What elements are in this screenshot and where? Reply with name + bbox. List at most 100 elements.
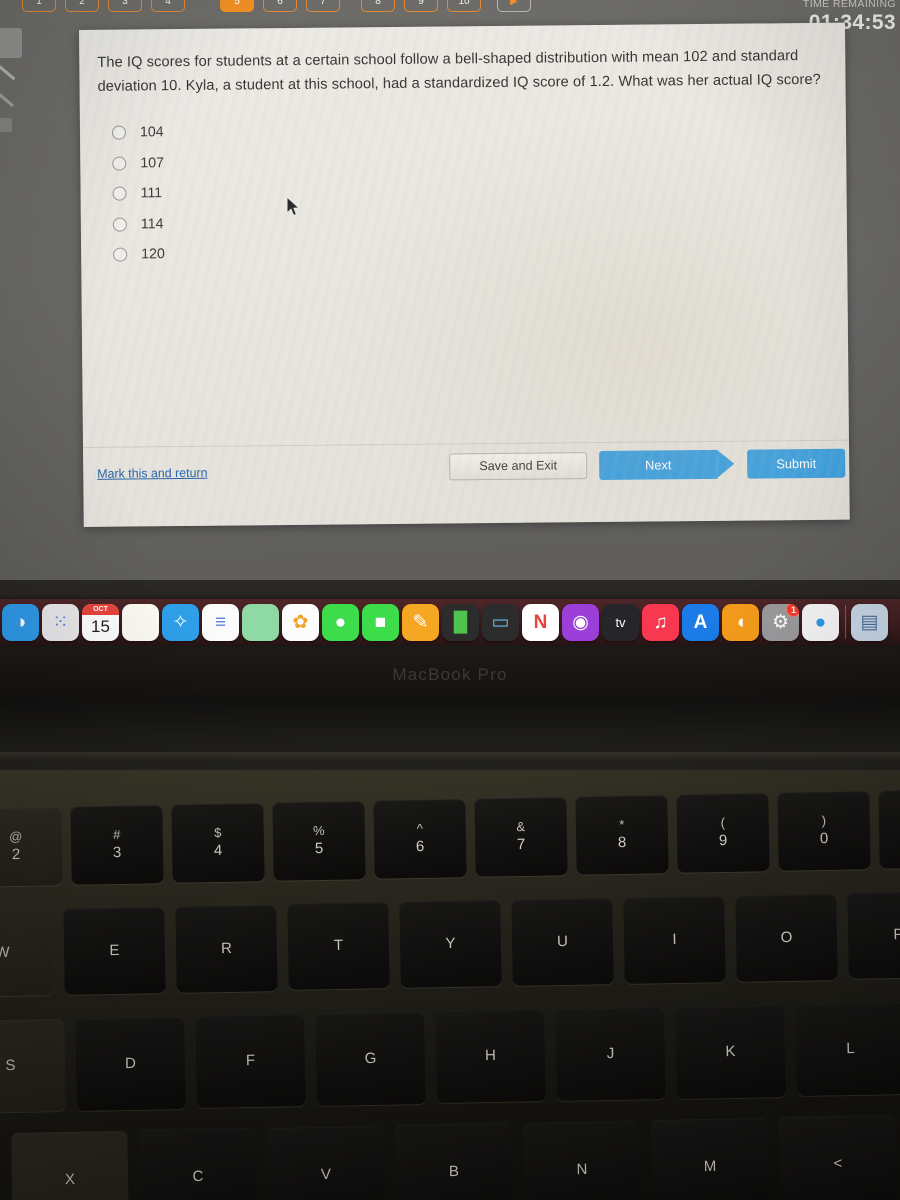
maps-icon[interactable] (242, 603, 279, 641)
app-store-icon[interactable]: A (682, 603, 719, 641)
key-F[interactable]: F (195, 1014, 306, 1109)
question-nav-3[interactable]: 3 (108, 0, 142, 12)
key-C[interactable]: C (139, 1128, 257, 1200)
key-—[interactable]: — (878, 789, 900, 869)
question-nav-8[interactable]: 8 (361, 0, 395, 12)
key-0[interactable]: ) 0 (777, 791, 871, 871)
answer-option-120[interactable]: 120 (113, 239, 165, 270)
question-nav-next-arrow[interactable]: ▶ (497, 0, 531, 12)
radio-button-icon[interactable] (112, 156, 127, 171)
question-nav-10[interactable]: 10 (447, 0, 481, 12)
finder-icon[interactable]: ◑ (2, 603, 39, 641)
key-L[interactable]: L (795, 1002, 900, 1097)
keynote-icon-glyph: ▭ (491, 611, 510, 633)
key-7[interactable]: & 7 (474, 797, 568, 877)
calendar-icon[interactable]: OCT 15 (82, 603, 119, 641)
key-6[interactable]: ^ 6 (373, 799, 467, 879)
question-text: The IQ scores for students at a certain … (97, 48, 821, 95)
key-N[interactable]: N (523, 1120, 641, 1200)
question-nav-5-active[interactable]: 5 (220, 0, 254, 12)
facetime-icon[interactable]: ■ (362, 603, 399, 641)
key-shift-label: # (113, 827, 121, 843)
key-shift-label: $ (214, 825, 222, 841)
physical-keyboard[interactable]: @2#3$4%5^6&7*8(9)0— WERTYU I OP S D FGHJKL X… (0, 770, 900, 1200)
notes-icon[interactable] (122, 603, 159, 641)
pages-icon[interactable]: ✎ (402, 603, 439, 641)
messages-icon[interactable]: ● (322, 603, 359, 641)
key-D[interactable]: D (75, 1016, 186, 1111)
chrome-icon[interactable]: ● (802, 603, 839, 641)
key-label: D (124, 1054, 137, 1073)
books-icon-glyph: ◖ (734, 611, 747, 633)
next-button[interactable]: Next (599, 449, 718, 481)
question-nav-4[interactable]: 4 (151, 0, 185, 12)
finder-icon-glyph: ◑ (14, 611, 27, 633)
macos-dock[interactable]: ◑ ⁙ OCT 15 ✧ ≡ ✿ ● ■ ✎ █ ▭ N ◉ tv ♫ A ◖ ⚙ 1 ● ▤ (0, 599, 900, 645)
key-O[interactable]: O (735, 893, 838, 982)
question-nav-6[interactable]: 6 (263, 0, 297, 12)
key-X[interactable]: X (11, 1130, 129, 1200)
key-M[interactable]: M (651, 1117, 769, 1200)
answer-option-104[interactable]: 104 (111, 117, 164, 148)
question-nav-9[interactable]: 9 (404, 0, 438, 12)
save-and-exit-button[interactable]: Save and Exit (449, 452, 588, 481)
question-navigator[interactable]: 1 2 3 4 5 6 7 8 9 10 ▶ (0, 0, 900, 18)
reminders-icon[interactable]: ≡ (202, 603, 239, 641)
key-5[interactable]: % 5 (272, 801, 366, 881)
key-B[interactable]: B (395, 1123, 513, 1200)
safari-icon[interactable]: ✧ (162, 603, 199, 641)
radio-button-icon[interactable] (111, 125, 127, 140)
key-8[interactable]: * 8 (575, 795, 669, 875)
key-T[interactable]: T (287, 902, 390, 991)
mark-this-and-return-link[interactable]: Mark this and return (97, 466, 207, 481)
key-9[interactable]: (9 (676, 793, 770, 873)
key-2[interactable]: @2 (0, 807, 63, 887)
key-P[interactable]: P (847, 891, 900, 980)
question-nav-1[interactable]: 1 (22, 0, 56, 12)
submit-button[interactable]: Submit (747, 448, 846, 479)
key-E[interactable]: E (63, 906, 166, 995)
podcasts-icon[interactable]: ◉ (562, 603, 599, 641)
music-icon[interactable]: ♫ (642, 603, 679, 641)
answer-option-label: 104 (139, 124, 164, 141)
key-G[interactable]: G (315, 1011, 426, 1106)
key-R[interactable]: R (175, 904, 278, 993)
question-nav-7[interactable]: 7 (306, 0, 340, 12)
key-comma[interactable]: < (779, 1115, 897, 1200)
key-Y[interactable]: Y (399, 900, 502, 989)
key-label: 5 (314, 840, 324, 858)
key-U[interactable]: U (511, 898, 614, 986)
answer-option-111[interactable]: 111 (112, 178, 164, 209)
keynote-icon[interactable]: ▭ (482, 603, 519, 641)
books-icon[interactable]: ◖ (722, 603, 759, 641)
answer-options-list[interactable]: 104 107 111 114 120 (111, 117, 165, 270)
key-H[interactable]: H (435, 1009, 546, 1104)
key-label: B (448, 1163, 460, 1181)
photos-icon[interactable]: ✿ (282, 603, 319, 641)
system-preferences-icon[interactable]: ⚙ 1 (762, 603, 799, 641)
time-remaining-label: TIME REMAINING (802, 0, 896, 10)
answer-option-107[interactable]: 107 (112, 148, 164, 179)
key-label: I (672, 931, 677, 949)
key-3[interactable]: #3 (70, 805, 164, 885)
key-K[interactable]: K (675, 1004, 786, 1099)
radio-button-icon[interactable] (113, 247, 128, 262)
question-nav-2[interactable]: 2 (65, 0, 99, 12)
downloads-stack-icon[interactable]: ▤ (851, 603, 888, 641)
key-shift-label: * (619, 817, 625, 833)
apple-tv-icon[interactable]: tv (602, 603, 639, 641)
answer-option-label: 114 (140, 215, 164, 233)
key-V[interactable]: V (267, 1125, 385, 1200)
radio-button-icon[interactable] (112, 186, 127, 201)
key-I[interactable]: I (623, 895, 726, 984)
key-J[interactable]: J (555, 1007, 666, 1101)
launchpad-icon[interactable]: ⁙ (42, 603, 79, 641)
radio-button-icon[interactable] (112, 217, 127, 232)
key-W[interactable]: W (0, 909, 54, 997)
key-S[interactable]: S (0, 1019, 66, 1113)
answer-option-114[interactable]: 114 (112, 209, 165, 240)
system-preferences-icon-glyph: ⚙ (771, 611, 790, 633)
news-icon[interactable]: N (522, 603, 559, 641)
numbers-icon[interactable]: █ (442, 603, 479, 641)
key-4[interactable]: $4 (171, 803, 265, 883)
